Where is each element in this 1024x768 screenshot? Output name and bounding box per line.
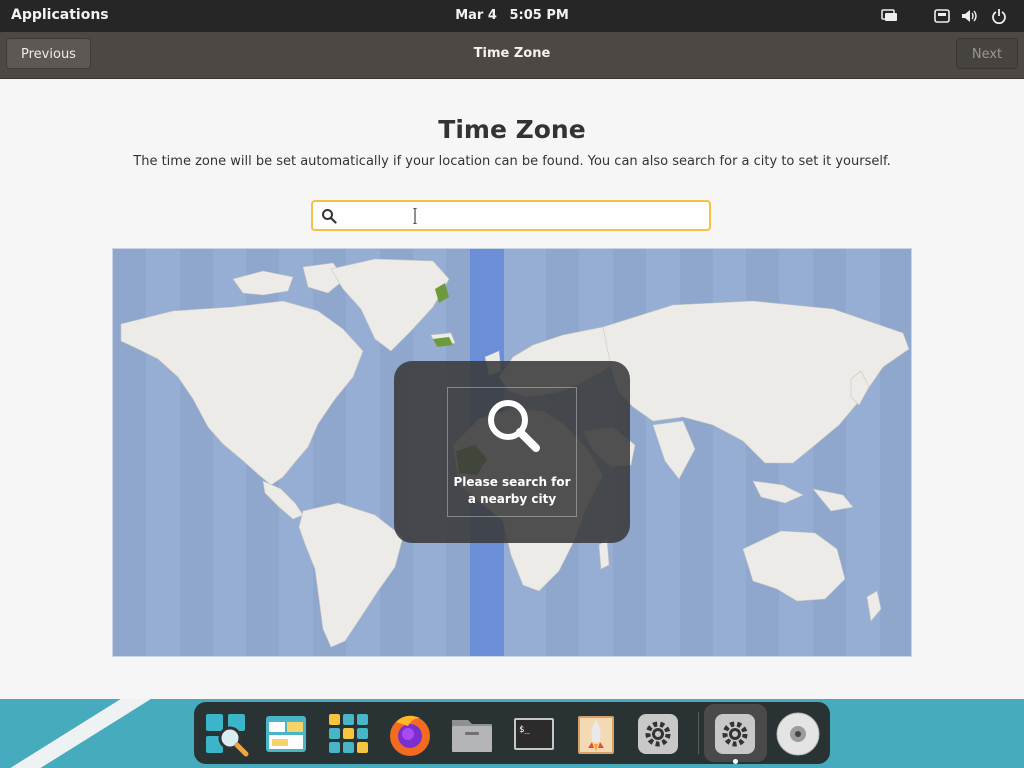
power-icon[interactable] xyxy=(991,8,1007,24)
main-content: Time Zone The time zone will be set auto… xyxy=(0,79,1024,699)
clock[interactable]: Mar 4 5:05 PM xyxy=(0,8,1024,23)
running-indicator xyxy=(733,759,738,764)
disc-icon[interactable] xyxy=(774,710,822,758)
firefox-icon[interactable] xyxy=(386,710,434,758)
magnifier-icon xyxy=(488,400,540,452)
header-title: Time Zone xyxy=(473,46,551,61)
volume-icon[interactable] xyxy=(961,8,979,24)
terminal-icon[interactable]: $_ xyxy=(510,710,558,758)
date-label: Mar 4 xyxy=(455,8,497,23)
page-title: Time Zone xyxy=(438,115,586,144)
network-wired-icon[interactable] xyxy=(880,8,898,24)
page-description: The time zone will be set automatically … xyxy=(133,154,891,169)
keyboard-layout-icon[interactable] xyxy=(934,8,950,24)
search-prompt-overlay: Please search for a nearby city xyxy=(394,361,630,543)
search-prompt-message: Please search for a nearby city xyxy=(453,475,571,506)
app-grid-icon[interactable] xyxy=(325,710,373,758)
dock-separator xyxy=(698,712,699,754)
time-label: 5:05 PM xyxy=(509,8,569,23)
dock: $_ xyxy=(194,702,830,764)
settings-icon[interactable] xyxy=(634,710,682,758)
city-search-field[interactable] xyxy=(311,200,711,231)
top-panel: Applications Mar 4 5:05 PM xyxy=(0,0,1024,32)
file-manager-icon[interactable] xyxy=(448,710,496,758)
header-bar: Previous Time Zone Next xyxy=(0,32,1024,79)
files-app-icon[interactable] xyxy=(262,710,310,758)
next-button[interactable]: Next xyxy=(956,38,1018,69)
search-icon xyxy=(322,209,337,224)
svg-text:$_: $_ xyxy=(519,725,530,735)
installer-icon[interactable] xyxy=(572,710,620,758)
search-input[interactable] xyxy=(343,204,707,229)
search-prompt-box: Please search for a nearby city xyxy=(447,387,577,517)
settings-active-icon[interactable] xyxy=(711,710,759,758)
search-app-icon[interactable] xyxy=(202,710,250,758)
text-cursor-icon xyxy=(413,208,417,224)
wallpaper-stripe xyxy=(0,699,177,768)
